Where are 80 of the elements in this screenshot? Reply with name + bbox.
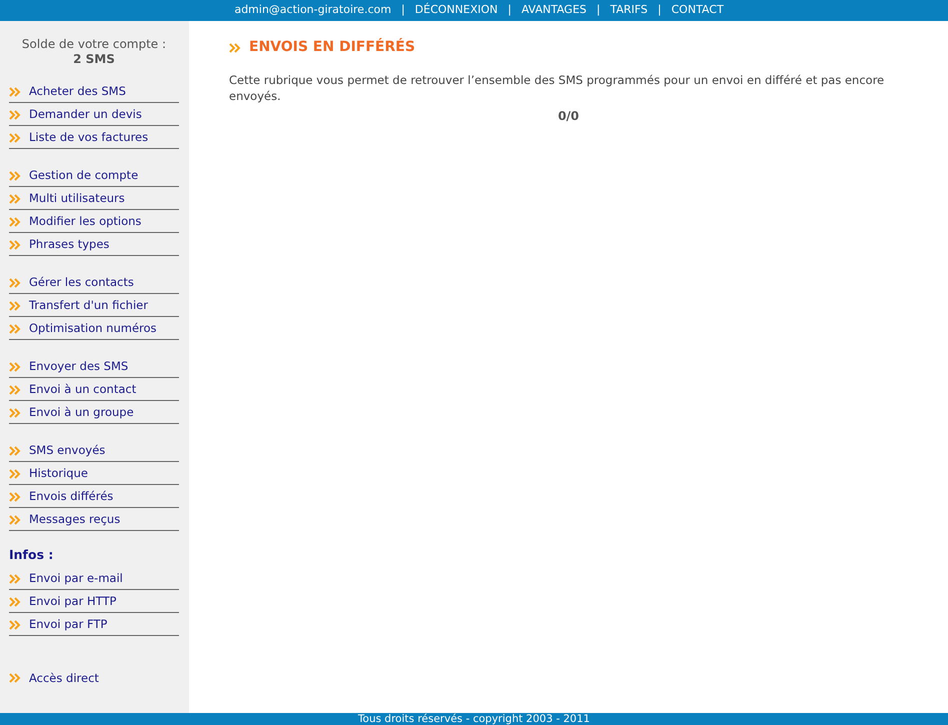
chevron-icon [229,42,241,52]
copyright-text: Tous droits réservés - copyright 2003 - 2011 [358,713,590,725]
menu-item[interactable]: Optimisation numéros [9,317,179,340]
chevron-icon [9,324,21,334]
menu-item[interactable]: Envoi par e-mail [9,566,179,590]
chevron-icon [9,574,21,584]
menu-item-label: Envoyer des SMS [29,358,128,376]
section-heading: Infos : [9,546,54,564]
chevron-icon [9,171,21,181]
menu-item[interactable]: Messages reçus [9,508,179,531]
balance-label: Solde de votre compte : [20,37,168,52]
nav-link[interactable]: CONTACT [671,2,724,19]
menu-item-label: Modifier les options [29,213,142,230]
page-title: ENVOIS EN DIFFÉRÉS [249,37,416,57]
menu-item-label: Envoi à un groupe [29,404,134,422]
menu-item[interactable]: Modifier les options [9,210,179,233]
menu-item-label: Gérer les contacts [29,274,134,292]
menu-item-label: Envois différés [29,488,114,506]
separator: | [596,2,600,18]
menu-item[interactable]: Envoi à un contact [9,378,179,401]
balance-value: 2 SMS [72,52,116,67]
menu-item[interactable]: Liste de vos factures [9,126,179,149]
chevron-icon [9,217,21,227]
separator: | [658,2,662,18]
separator: | [508,2,512,18]
nav-link[interactable]: DÉCONNEXION [414,2,498,19]
menu-item[interactable]: Acheter des SMS [9,80,179,103]
chevron-icon [9,596,21,607]
chevron-icon [9,673,21,684]
menu-item[interactable]: Envois différés [9,485,179,508]
menu-item[interactable]: Envoi par HTTP [9,590,179,613]
separator: | [401,2,405,18]
menu-item-label: Envoi par FTP [29,616,108,634]
chevron-icon [9,194,21,204]
menu-item[interactable]: Demander un devis [9,103,179,126]
chevron-icon [9,620,21,630]
menu-item[interactable]: Gestion de compte [9,164,179,187]
chevron-icon [9,385,21,395]
chevron-icon [9,408,21,418]
menu-item-label: Messages reçus [29,511,120,528]
menu-item-label: Multi utilisateurs [29,190,125,208]
menu-item-label: Envoi par e-mail [29,570,123,588]
menu-item-label: Envoi par HTTP [29,593,116,610]
counter: 0/0 [556,108,580,125]
menu-item[interactable]: Gérer les contacts [9,271,179,294]
nav-link[interactable]: AVANTAGES [521,2,587,19]
nav-link[interactable]: TARIFS [610,2,648,19]
chevron-icon [9,87,21,97]
chevron-icon [9,446,21,456]
menu-item[interactable]: Accès direct [9,666,179,689]
menu-item-label: Demander un devis [29,106,142,124]
menu-item[interactable]: Transfert d'un fichier [9,294,179,317]
chevron-icon [9,362,21,372]
menu-item-label: SMS envoyés [29,442,106,460]
menu-item-label: Acheter des SMS [29,83,126,100]
menu-item[interactable]: Phrases types [9,233,179,256]
menu-item[interactable]: Envoi à un groupe [9,401,179,424]
menu-item-label: Phrases types [29,236,110,254]
menu-item[interactable]: SMS envoyés [9,439,179,462]
chevron-icon [9,240,21,250]
menu-item[interactable]: Envoyer des SMS [9,355,179,378]
menu-item-label: Envoi à un contact [29,381,136,398]
menu-item[interactable]: Multi utilisateurs [9,187,179,210]
menu-item-label: Gestion de compte [29,167,138,184]
menu-item-label: Liste de vos factures [29,129,148,146]
chevron-icon [9,278,21,288]
chevron-icon [9,515,21,525]
nav-link[interactable]: admin@action-giratoire.com [234,2,392,19]
description: Cette rubrique vous permet de retrouver l’ensemble des SMS programmés pour un envoi en différé et pas encore envoyés. [229,72,886,104]
chevron-icon [9,469,21,479]
menu-item-label: Transfert d'un fichier [29,297,148,314]
menu-item[interactable]: Historique [9,462,179,485]
menu-item-label: Historique [29,465,88,482]
menu-item-label: Accès direct [29,670,99,687]
chevron-icon [9,492,21,502]
chevron-icon [9,301,21,311]
menu-item[interactable]: Envoi par FTP [9,612,179,636]
menu-item-label: Optimisation numéros [29,320,157,338]
chevron-icon [9,133,21,143]
chevron-icon [9,110,21,120]
